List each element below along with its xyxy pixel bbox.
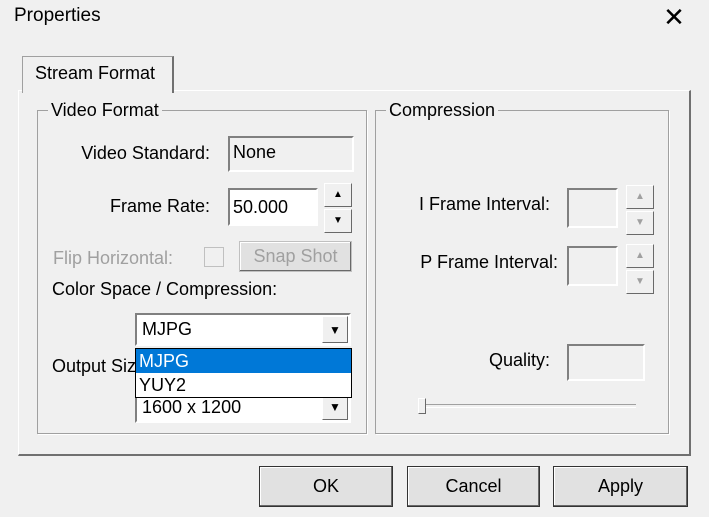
color-space-dropdown-list: MJPG YUY2 [135,348,352,398]
dropdown-option-mjpg[interactable]: MJPG [136,349,351,373]
frame-rate-label: Frame Rate: [109,196,210,216]
p-frame-interval-input[interactable] [567,246,618,286]
compression-legend: Compression [386,100,499,121]
i-frame-down-button[interactable]: ▼ [626,211,654,235]
p-frame-down-button[interactable]: ▼ [626,270,654,294]
tab-stream-format[interactable]: Stream Format [22,56,174,93]
window-title: Properties [14,5,101,26]
p-frame-up-button[interactable]: ▲ [626,244,654,268]
frame-rate-input[interactable]: 50.000 [228,188,318,226]
output-size-value: 1600 x 1200 [142,397,242,417]
i-frame-interval-label: I Frame Interval: [418,194,550,214]
video-format-legend: Video Format [48,100,162,121]
video-standard-label: Video Standard: [81,143,210,163]
i-frame-interval-input[interactable] [567,188,618,228]
p-frame-interval-label: P Frame Interval: [420,252,558,272]
ok-button[interactable]: OK [259,466,393,507]
chevron-down-icon[interactable]: ▼ [322,316,348,343]
cancel-button[interactable]: Cancel [407,466,540,507]
quality-input[interactable] [567,344,645,381]
output-size-label: Output Size: [52,356,135,376]
frame-rate-up-button[interactable]: ▲ [324,183,352,207]
color-space-value: MJPG [142,319,193,339]
close-icon[interactable]: ✕ [662,2,686,32]
color-space-label: Color Space / Compression: [52,279,278,299]
flip-horizontal-label: Flip Horizontal: [53,248,174,268]
tab-label: Stream Format [35,63,156,83]
apply-button[interactable]: Apply [553,466,688,507]
i-frame-up-button[interactable]: ▲ [626,185,654,209]
snap-shot-button[interactable]: Snap Shot [239,241,352,272]
quality-slider-track[interactable] [420,404,636,408]
flip-horizontal-checkbox[interactable] [204,247,224,267]
quality-slider-thumb[interactable] [418,398,426,414]
quality-label: Quality: [488,350,550,370]
frame-rate-down-button[interactable]: ▼ [324,209,352,233]
dropdown-option-yuy2[interactable]: YUY2 [136,373,351,397]
color-space-combo[interactable]: MJPG ▼ [135,313,351,346]
video-standard-field: None [228,136,354,172]
